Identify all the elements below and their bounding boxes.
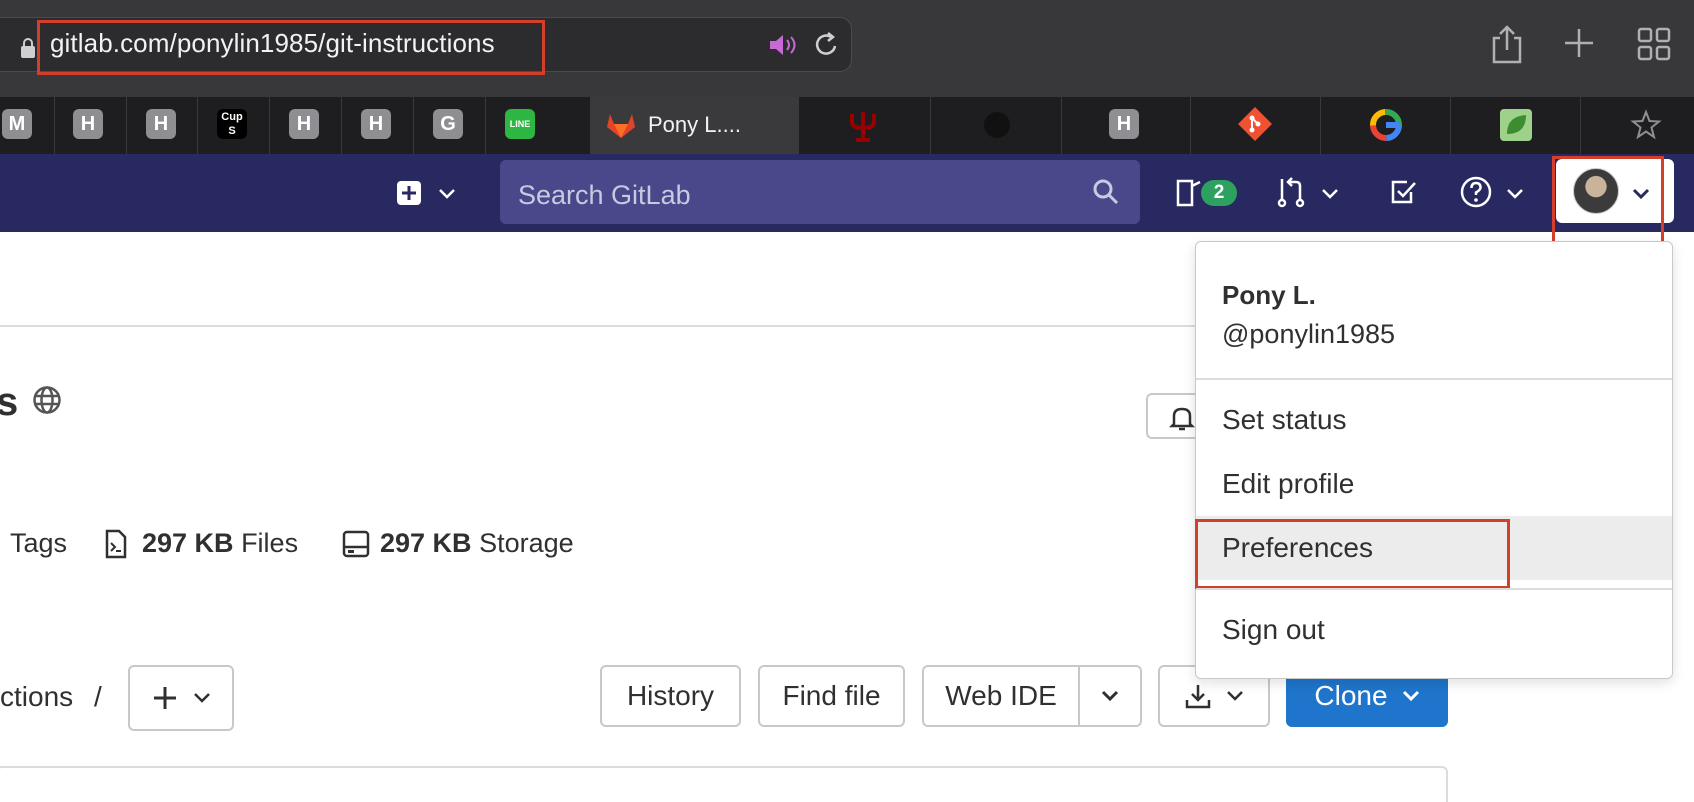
storage-stat[interactable]: 297 KB Storage	[380, 528, 574, 559]
todo-checkbox-icon[interactable]	[1389, 178, 1417, 206]
user-handle[interactable]: @ponylin1985	[1222, 319, 1395, 350]
tab-overview-icon[interactable]	[1637, 27, 1671, 61]
speaker-icon[interactable]	[768, 32, 798, 58]
git-logo-icon[interactable]	[1238, 107, 1272, 141]
tab-separator	[485, 97, 486, 154]
chevron-down-icon	[194, 693, 210, 703]
user-display-name[interactable]: Pony L.	[1222, 280, 1316, 311]
merge-request-icon[interactable]	[1276, 176, 1306, 208]
header-divider	[0, 325, 1200, 327]
tab-favicon-h[interactable]: H	[361, 109, 391, 139]
new-tab-icon[interactable]	[1563, 27, 1595, 59]
tab-favicon-h[interactable]: H	[146, 109, 176, 139]
search-icon[interactable]	[1092, 178, 1120, 206]
storage-icon	[342, 530, 370, 558]
breadcrumb[interactable]: ctions	[0, 681, 73, 713]
tab-bar	[0, 97, 1694, 154]
tab-favicon-h[interactable]: H	[289, 109, 319, 139]
tab-separator	[54, 97, 55, 154]
tab-favicon-g[interactable]: G	[433, 109, 463, 139]
add-file-dropdown-button[interactable]	[128, 665, 234, 731]
files-label: Files	[241, 528, 299, 558]
history-button[interactable]: History	[600, 665, 741, 727]
tab-separator	[197, 97, 198, 154]
tab-separator	[1061, 97, 1062, 154]
storage-label: Storage	[479, 528, 574, 558]
google-logo-icon[interactable]	[1369, 108, 1403, 142]
clone-label: Clone	[1314, 680, 1388, 711]
tab-separator	[930, 97, 931, 154]
chevron-down-icon[interactable]	[1321, 188, 1339, 200]
avatar-highlight-annotation	[1552, 156, 1664, 244]
find-file-button[interactable]: Find file	[758, 665, 905, 727]
tab-favicon-line[interactable]: LINE	[505, 109, 535, 139]
tab-favicon-m[interactable]: M	[2, 109, 32, 139]
tab-title: Pony L....	[648, 112, 741, 137]
reload-icon[interactable]	[814, 30, 840, 60]
chevron-down-icon[interactable]	[1506, 188, 1524, 200]
storage-size: 297 KB	[380, 528, 472, 558]
menu-item-set-status[interactable]: Set status	[1222, 404, 1347, 436]
search-placeholder: Search GitLab	[518, 180, 691, 210]
menu-divider	[1196, 378, 1672, 380]
chevron-down-icon[interactable]	[438, 188, 456, 200]
tab-favicon-cups[interactable]: Cup S	[217, 109, 247, 139]
tags-label[interactable]: Tags	[10, 528, 67, 559]
files-stat[interactable]: 297 KB Files	[142, 528, 298, 559]
bell-icon	[1168, 407, 1196, 431]
tab-separator	[1190, 97, 1191, 154]
tab-separator	[1580, 97, 1581, 154]
tab-separator	[798, 97, 799, 154]
menu-item-edit-profile[interactable]: Edit profile	[1222, 468, 1354, 500]
tab-separator	[269, 97, 270, 154]
tab-separator	[413, 97, 414, 154]
plus-square-icon[interactable]	[396, 180, 422, 206]
preferences-highlight-annotation	[1195, 519, 1510, 589]
tab-separator	[1450, 97, 1451, 154]
chevron-down-icon	[1227, 691, 1243, 701]
menu-divider	[1196, 588, 1672, 590]
download-icon	[1185, 685, 1211, 709]
web-ide-button[interactable]: Web IDE	[922, 665, 1080, 727]
tab-favicon-h[interactable]: H	[1109, 109, 1139, 139]
share-icon[interactable]	[1490, 24, 1524, 64]
tab-separator	[1320, 97, 1321, 154]
files-size: 297 KB	[142, 528, 234, 558]
project-title: s	[0, 380, 19, 424]
tab-separator	[126, 97, 127, 154]
web-ide-dropdown-button[interactable]	[1078, 665, 1142, 727]
tab-favicon-h[interactable]: H	[73, 109, 103, 139]
lock-icon	[21, 38, 35, 58]
tab-separator	[341, 97, 342, 154]
trident-icon[interactable]	[848, 110, 878, 142]
globe-icon	[33, 386, 61, 414]
menu-item-sign-out[interactable]: Sign out	[1222, 614, 1325, 646]
plus-icon	[154, 687, 176, 709]
dark-circle-icon[interactable]	[984, 112, 1010, 138]
issues-icon[interactable]	[1176, 178, 1204, 208]
gitlab-logo-icon	[607, 114, 635, 138]
file-icon	[105, 529, 127, 559]
leaf-icon[interactable]	[1500, 109, 1532, 141]
help-icon[interactable]	[1460, 176, 1492, 208]
breadcrumb-separator: /	[94, 681, 102, 712]
issues-count-badge: 2	[1201, 180, 1237, 206]
chevron-down-icon	[1101, 690, 1119, 702]
file-tree-container	[0, 766, 1448, 802]
star-icon[interactable]	[1630, 109, 1662, 141]
chevron-down-icon	[1402, 690, 1419, 702]
url-highlight-annotation	[37, 20, 545, 75]
